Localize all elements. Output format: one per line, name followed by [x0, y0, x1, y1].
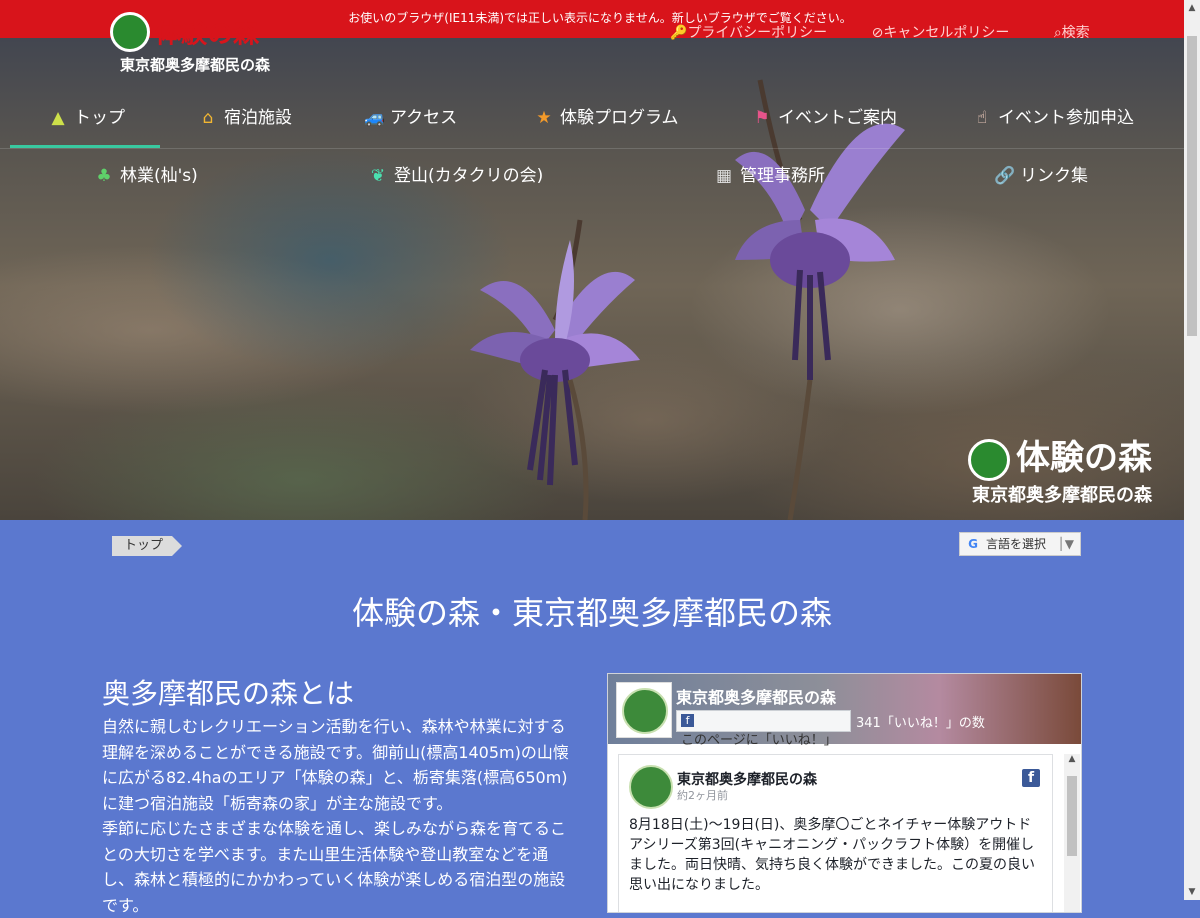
link-icon: 🔗 [994, 166, 1016, 186]
page-scrollbar[interactable]: ▲ ▼ [1184, 0, 1200, 900]
nav-item-event-apply[interactable]: ☝ イベント参加申込 [972, 92, 1134, 148]
nav-item-climbing[interactable]: ❦ 登山(カタクリの会) [368, 150, 543, 206]
facebook-page-logo[interactable] [616, 682, 672, 738]
logo-title: 体験の森 [155, 19, 260, 50]
avatar[interactable] [629, 765, 673, 809]
hero-brand-title: 体験の森 [1016, 438, 1152, 478]
post-time[interactable]: 約2ヶ月前 [677, 787, 728, 803]
facebook-cover: 東京都奥多摩都民の森 fこのページに「いいね！」 341「いいね！」の数 [608, 674, 1081, 748]
nav-item-forestry[interactable]: ♣ 林業(杣's) [94, 150, 197, 206]
nav-item-lodging[interactable]: ⌂ 宿泊施設 [198, 92, 292, 148]
facebook-scrollbar[interactable]: ▲ [1064, 754, 1080, 912]
katakuri-flower-left [470, 219, 640, 520]
secondary-nav: ♣ 林業(杣's) ❦ 登山(カタクリの会) ▦ 管理事務所 🔗 リンク集 [0, 150, 1184, 206]
car-icon: 🚙 [364, 108, 386, 128]
privacy-link[interactable]: 🔑プライバシーポリシー [670, 25, 847, 41]
search-link[interactable]: ⌕検索 [1054, 25, 1110, 41]
logo-emblem-icon [968, 438, 1010, 481]
nav-item-links[interactable]: 🔗 リンク集 [994, 150, 1088, 206]
nav-item-access[interactable]: 🚙 アクセス [364, 92, 457, 148]
hero-brand-subtitle: 東京都奥多摩都民の森 [972, 484, 1152, 506]
facebook-widget: 東京都奥多摩都民の森 fこのページに「いいね！」 341「いいね！」の数 東京都… [607, 673, 1082, 913]
house-icon: ⌂ [202, 108, 214, 128]
about-text: 自然に親しむレクリエーション活動を行い、森林や林業に対する理解を深めることができ… [102, 714, 574, 918]
language-selector[interactable]: G 言語を選択 │▼ [959, 532, 1081, 556]
leaf-icon: ❦ [370, 166, 386, 186]
scroll-thumb[interactable] [1187, 36, 1197, 336]
hand-pointer-icon: ☝ [976, 108, 988, 128]
logo-subtitle: 東京都奥多摩都民の森 [120, 56, 271, 74]
post-author[interactable]: 東京都奥多摩都民の森 [677, 769, 817, 789]
post-text: 8月18日(土)～19日(日)、奥多摩〇ごとネイチャー体験アウトドアシリーズ第3… [629, 817, 1035, 893]
mountain-icon: ▲ [51, 108, 65, 128]
facebook-icon: f [681, 714, 694, 727]
facebook-post: 東京都奥多摩都民の森 約2ヶ月前 f 8月18日(土)～19日(日)、奥多摩〇ご… [618, 754, 1053, 912]
cancel-policy-link[interactable]: ⊘キャンセルポリシー [872, 25, 1030, 41]
chevron-down-icon[interactable]: ▼ [1184, 884, 1200, 900]
chevron-up-icon[interactable]: ▲ [1184, 0, 1200, 16]
about-paragraph: 自然に親しむレクリエーション活動を行い、森林や林業に対する理解を深めることができ… [102, 717, 569, 813]
nav-item-top[interactable]: ▲ トップ [10, 92, 160, 148]
page-title: 体験の森・東京都奥多摩都民の森 [351, 594, 832, 632]
hero-banner: 体験の森 東京都奥多摩都民の森 [0, 0, 1184, 520]
nav-item-programs[interactable]: ★ 体験プログラム [534, 92, 678, 148]
facebook-page-name[interactable]: 東京都奥多摩都民の森 [676, 684, 836, 708]
facebook-icon[interactable]: f [1022, 769, 1040, 787]
chevron-down-icon: │▼ [1057, 537, 1074, 551]
primary-nav: ▲ トップ ⌂ 宿泊施設 🚙 アクセス ★ 体験プログラム ⚑ イベントご案内 ☝ イベント… [0, 92, 1184, 149]
building-icon: ▦ [715, 166, 733, 186]
about-heading: 奥多摩都民の森とは [102, 677, 355, 710]
chevron-up-icon[interactable]: ▲ [1064, 754, 1080, 764]
logo-emblem-icon [110, 12, 150, 52]
scroll-thumb[interactable] [1067, 776, 1077, 856]
utility-links: 🔑プライバシーポリシー ⊘キャンセルポリシー ⌕検索 [670, 22, 1130, 42]
star-icon: ★ [536, 108, 552, 128]
flag-icon: ⚑ [754, 108, 770, 128]
about-paragraph: 季節に応じたさまざまな体験を通し、楽しみながら森を育てることの大切さを学べます。… [102, 819, 567, 915]
facebook-like-button[interactable]: fこのページに「いいね！」 [676, 710, 851, 748]
hero-brand: 体験の森 東京都奥多摩都民の森 [968, 430, 1152, 507]
site-logo[interactable]: 体験の森 東京都奥多摩都民の森 [110, 12, 270, 75]
breadcrumb[interactable]: トップ [112, 536, 182, 556]
nav-item-events[interactable]: ⚑ イベントご案内 [752, 92, 897, 148]
google-icon: G [968, 537, 978, 551]
facebook-like-count: 341「いいね！」の数 [856, 716, 985, 731]
nav-item-office[interactable]: ▦ 管理事務所 [714, 150, 825, 206]
trees-icon: ♣ [96, 166, 112, 186]
